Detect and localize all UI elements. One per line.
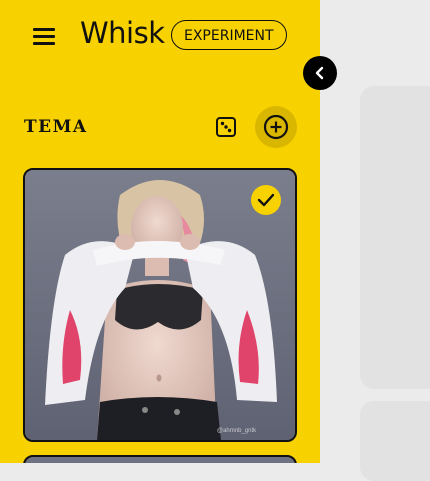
next-image-card[interactable] <box>23 455 297 463</box>
add-circle-icon <box>263 114 289 140</box>
selected-badge[interactable] <box>251 185 281 215</box>
menu-icon-bar <box>33 42 55 45</box>
menu-icon-bar <box>33 35 55 38</box>
canvas-panel-secondary <box>360 401 430 481</box>
randomize-button[interactable] <box>214 115 238 139</box>
canvas-panel <box>360 86 430 389</box>
section-title: TEMA <box>24 117 88 137</box>
sidebar: Whisk EXPERIMENT TEMA @ahmnb_gntk <box>0 0 320 463</box>
photo-watermark: @ahmnb_gntk <box>217 428 257 434</box>
collapse-sidebar-button[interactable] <box>303 56 337 90</box>
experiment-badge: EXPERIMENT <box>171 20 287 50</box>
check-icon <box>257 193 275 207</box>
add-button[interactable] <box>255 106 297 148</box>
menu-button[interactable] <box>31 25 59 47</box>
menu-icon-bar <box>33 28 55 31</box>
subject-image-card[interactable]: @ahmnb_gntk <box>23 168 297 442</box>
dice-icon <box>216 117 236 137</box>
app-title: Whisk <box>80 16 165 50</box>
chevron-left-icon <box>315 66 324 80</box>
